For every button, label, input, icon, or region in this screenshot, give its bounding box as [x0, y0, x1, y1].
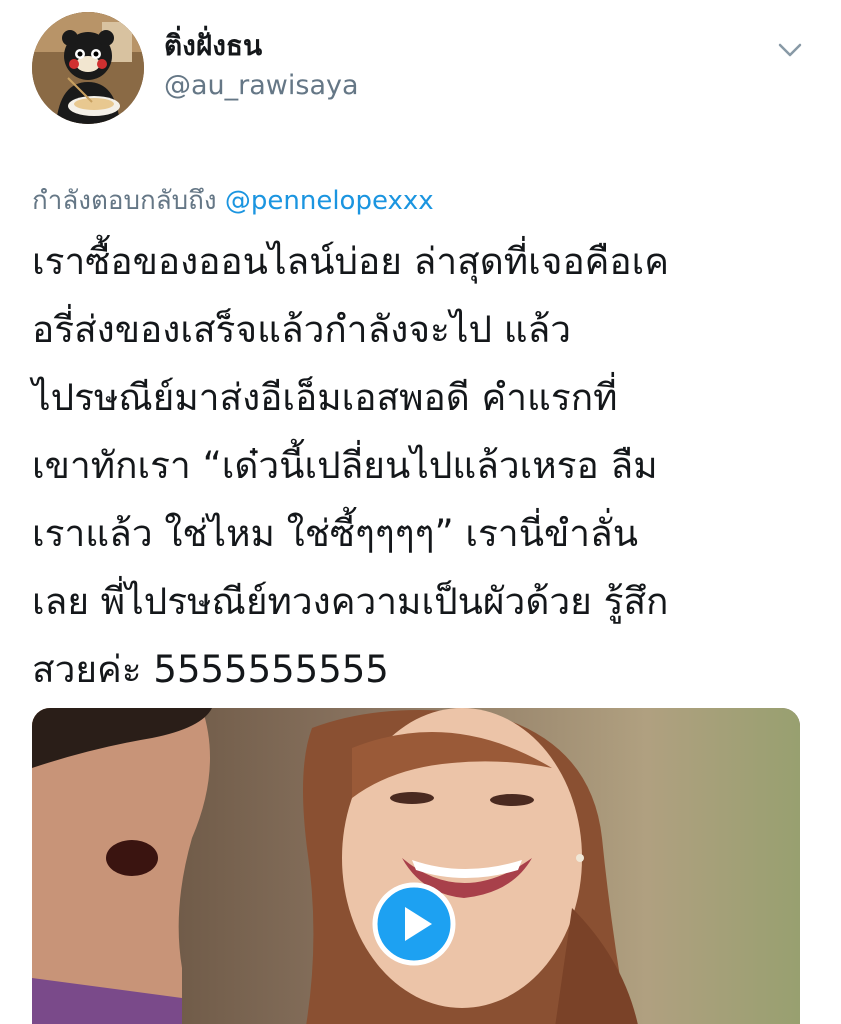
tweet-text-line: เขาทักเรา “เด๋วนี้เปลี่ยนไปแล้วเหรอ ลืม — [32, 444, 658, 487]
tweet-text: เราซื้อของออนไลน์บ่อย ล่าสุดที่เจอคือเค … — [32, 228, 822, 704]
video-frame-image — [32, 708, 800, 1024]
reply-prefix: กำลังตอบกลับถึง — [32, 186, 217, 216]
tweet-text-line: เลย พี่ไปรษณีย์ทวงความเป็นผัวด้วย รู้สึก — [32, 580, 669, 623]
reply-mention-link[interactable]: @pennelopexxx — [225, 186, 434, 216]
display-name[interactable]: ติ่งฝั่งธน — [164, 24, 262, 68]
replying-to: กำลังตอบกลับถึง @pennelopexxx — [32, 180, 434, 221]
avatar[interactable] — [32, 12, 144, 124]
video-thumbnail[interactable] — [32, 708, 800, 1024]
tweet-text-line: อรี่ส่งของเสร็จแล้วกำลังจะไป แล้ว — [32, 308, 572, 351]
tweet-text-line: สวยค่ะ 5555555555 — [32, 648, 389, 691]
avatar-image — [32, 12, 144, 124]
user-handle[interactable]: @au_rawisaya — [164, 70, 359, 101]
tweet-text-line: ไปรษณีย์มาส่งอีเอ็มเอสพอดี คำแรกที่ — [32, 376, 618, 419]
tweet-card: ติ่งฝั่งธน @au_rawisaya กำลังตอบกลับถึง … — [0, 0, 841, 1024]
tweet-text-line: เราแล้ว ใช่ไหม ใช่ซี้ๆๆๆๆ” เรานี่ขำลั่น — [32, 512, 639, 555]
tweet-text-line: เราซื้อของออนไลน์บ่อย ล่าสุดที่เจอคือเค — [32, 240, 670, 283]
chevron-down-icon[interactable] — [774, 38, 806, 62]
play-icon[interactable] — [372, 882, 456, 966]
